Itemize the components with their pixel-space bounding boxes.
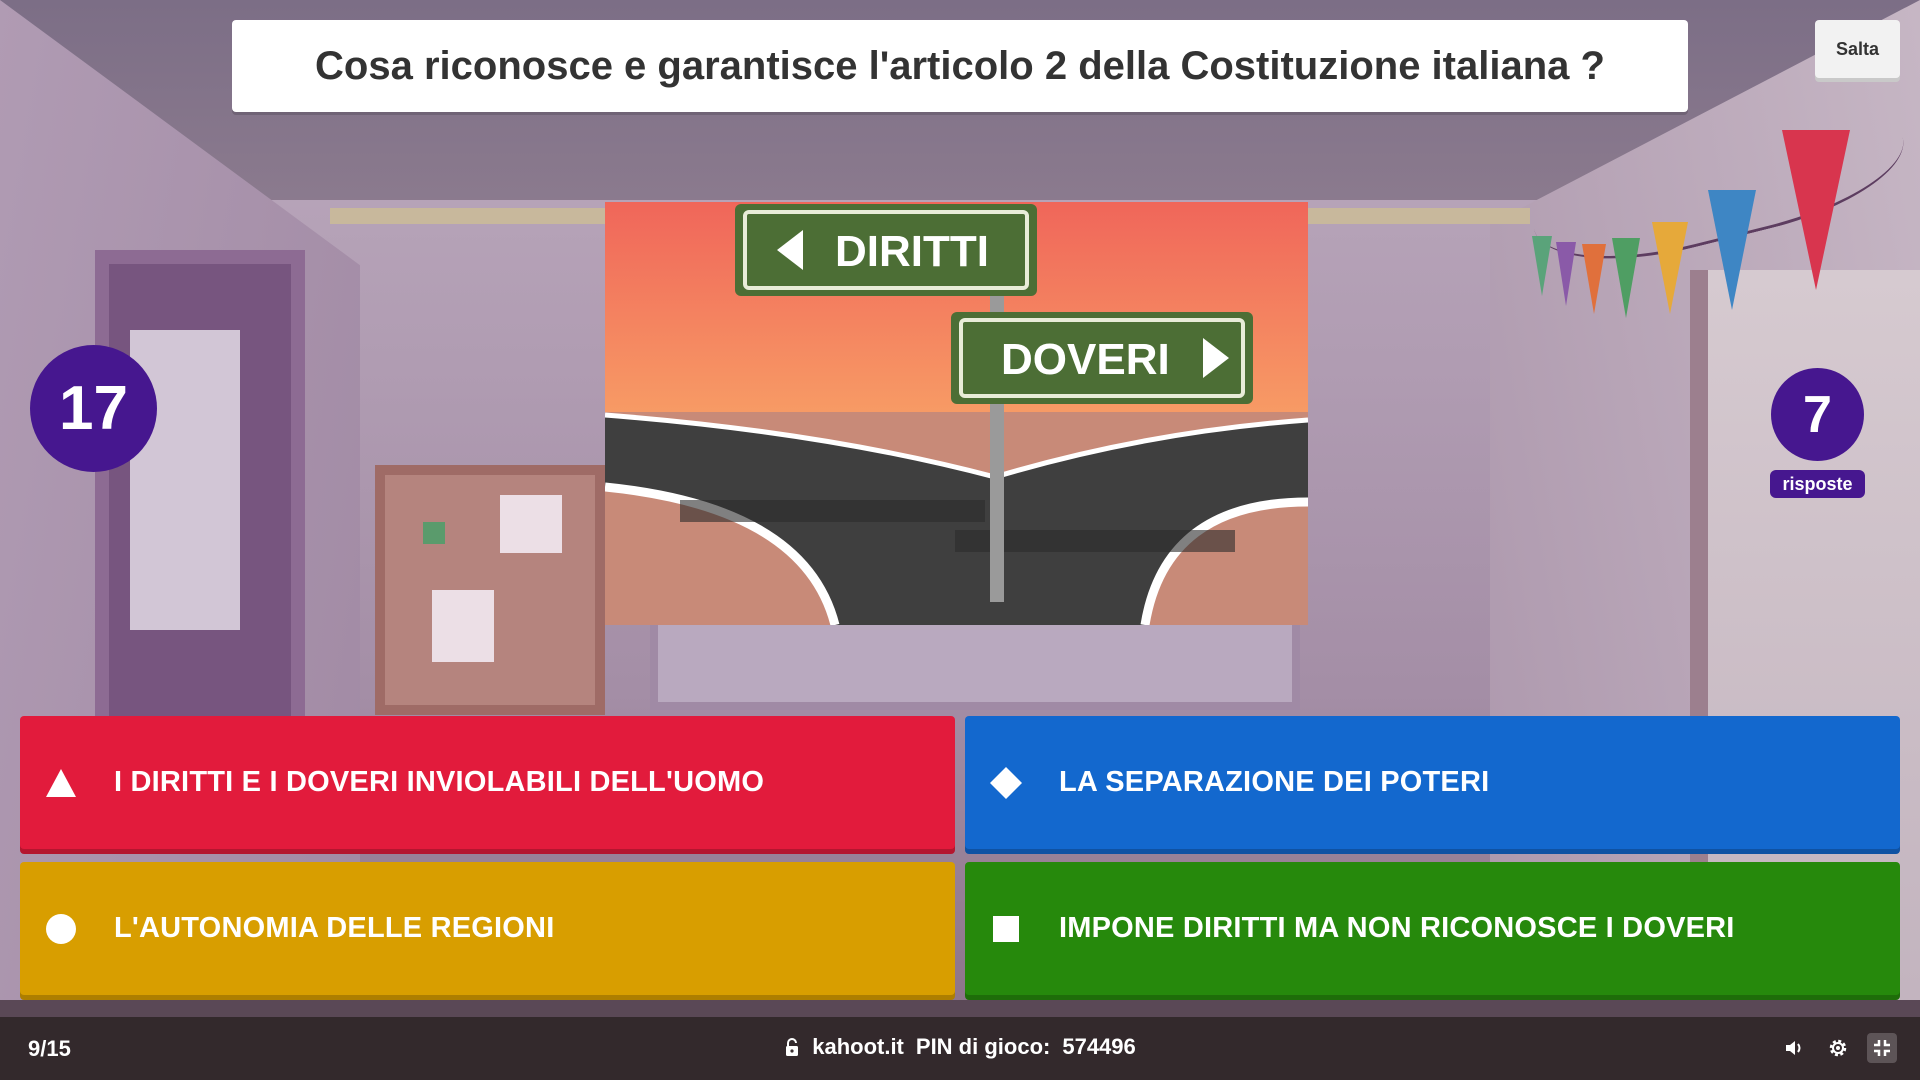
answer-label: L'AUTONOMIA DELLE REGIONI bbox=[114, 912, 555, 944]
square-icon bbox=[989, 912, 1023, 946]
answer-option-2[interactable]: LA SEPARAZIONE DEI POTERI bbox=[965, 716, 1900, 849]
question-text: Cosa riconosce e garantisce l'articolo 2… bbox=[315, 43, 1605, 88]
answer-label: I DIRITTI E I DOVERI INVIOLABILI DELL'UO… bbox=[114, 766, 765, 798]
answer-option-1[interactable]: I DIRITTI E I DOVERI INVIOLABILI DELL'UO… bbox=[20, 716, 955, 849]
game-pin: 574496 bbox=[1062, 1034, 1136, 1059]
question-image: DIRITTI DOVERI bbox=[605, 202, 1308, 625]
answer-option-4[interactable]: IMPONE DIRITTI MA NON RICONOSCE I DOVERI bbox=[965, 862, 1900, 995]
settings-icon[interactable] bbox=[1823, 1033, 1853, 1063]
pin-label: PIN di gioco: bbox=[915, 1034, 1051, 1059]
answer-label: LA SEPARAZIONE DEI POTERI bbox=[1059, 766, 1490, 798]
answer-option-3[interactable]: L'AUTONOMIA DELLE REGIONI bbox=[20, 862, 955, 995]
sign-left-text: DIRITTI bbox=[835, 227, 989, 276]
bottom-bar: 9/15 kahoot.it PIN di gioco: 574496 bbox=[0, 1017, 1920, 1080]
lock-icon bbox=[784, 1037, 800, 1057]
answers-received-label: risposte bbox=[1770, 470, 1865, 498]
join-site: kahoot.it bbox=[812, 1034, 904, 1059]
volume-icon[interactable] bbox=[1780, 1033, 1810, 1063]
fullscreen-exit-icon[interactable] bbox=[1867, 1033, 1897, 1063]
answer-label: IMPONE DIRITTI MA NON RICONOSCE I DOVERI bbox=[1059, 912, 1735, 944]
triangle-icon bbox=[44, 766, 78, 800]
crossroads-illustration: DIRITTI DOVERI bbox=[605, 202, 1308, 625]
countdown-timer: 17 bbox=[30, 345, 157, 472]
diamond-icon bbox=[989, 766, 1023, 800]
sign-right-text: DOVERI bbox=[1001, 335, 1170, 384]
question-box: Cosa riconosce e garantisce l'articolo 2… bbox=[232, 20, 1688, 112]
skip-button[interactable]: Salta bbox=[1815, 20, 1900, 78]
circle-icon bbox=[44, 912, 78, 946]
join-info: kahoot.it PIN di gioco: 574496 bbox=[0, 1034, 1920, 1060]
answers-received-count: 7 bbox=[1771, 368, 1864, 461]
